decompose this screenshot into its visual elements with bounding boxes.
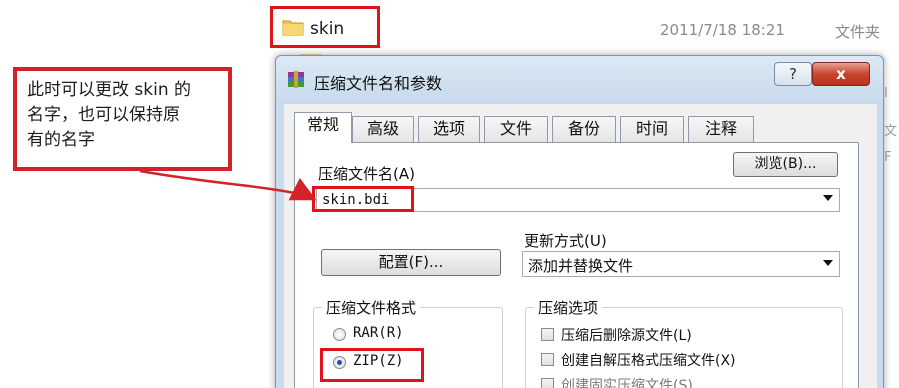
dialog-title: 压缩文件名和参数 [314, 74, 443, 93]
edge-glyph: 文 [884, 124, 898, 139]
update-mode-value[interactable]: 添加并替换文件 [528, 255, 633, 276]
file-type: 文件夹 [835, 23, 881, 41]
tab-files[interactable]: 文件 [484, 116, 548, 142]
browse-button[interactable]: 浏览(B)... [733, 152, 838, 177]
filename-highlight [312, 186, 414, 212]
rar-radio[interactable] [333, 328, 346, 341]
edge-glyph: F [884, 150, 892, 165]
dialog-titlebar[interactable]: 压缩文件名和参数 ? x [276, 56, 883, 104]
close-button[interactable]: x [812, 62, 870, 86]
tab-comment[interactable]: 注释 [688, 116, 754, 142]
tab-advanced[interactable]: 高级 [352, 116, 414, 142]
create-sfx-label[interactable]: 创建自解压格式压缩文件(X) [561, 350, 736, 370]
rar-radio-label[interactable]: RAR(R) [353, 325, 404, 341]
file-date: 2011/7/18 18:21 [660, 21, 785, 39]
zip-highlight [320, 348, 424, 382]
archive-format-title: 压缩文件格式 [322, 297, 421, 318]
chevron-down-icon[interactable] [823, 195, 833, 201]
update-mode-combobox[interactable]: 添加并替换文件 [522, 251, 840, 277]
compression-options-title: 压缩选项 [534, 297, 603, 318]
tab-options[interactable]: 选项 [418, 116, 480, 142]
callout-line-2: 名字，也可以保持原 [27, 105, 180, 125]
callout-line-3: 有的名字 [27, 130, 95, 150]
tab-backup[interactable]: 备份 [552, 116, 616, 142]
edge-glyph: I [884, 86, 888, 101]
tab-general[interactable]: 常规 [294, 112, 352, 143]
help-button[interactable]: ? [774, 62, 812, 86]
tab-time[interactable]: 时间 [620, 116, 684, 142]
chevron-down-icon[interactable] [823, 260, 833, 266]
delete-source-label[interactable]: 压缩后删除源文件(L) [561, 325, 692, 345]
skin-folder-highlight [270, 6, 380, 48]
update-mode-label: 更新方式(U) [524, 232, 607, 250]
solid-archive-label[interactable]: 创建固实压缩文件(S) [561, 375, 693, 388]
annotation-callout: 此时可以更改 skin 的 名字，也可以保持原 有的名字 [13, 67, 232, 171]
archive-name-label: 压缩文件名(A) [318, 165, 415, 183]
screenshot-stage: skin 2011/7/18 18:21 文件夹 此时可以更改 skin 的 名… [0, 0, 899, 388]
delete-source-checkbox[interactable] [541, 328, 554, 341]
winrar-app-icon [286, 70, 306, 90]
config-button[interactable]: 配置(F)... [321, 249, 501, 276]
solid-archive-checkbox[interactable] [541, 378, 554, 388]
callout-line-1: 此时可以更改 skin 的 [27, 80, 192, 100]
create-sfx-checkbox[interactable] [541, 353, 554, 366]
